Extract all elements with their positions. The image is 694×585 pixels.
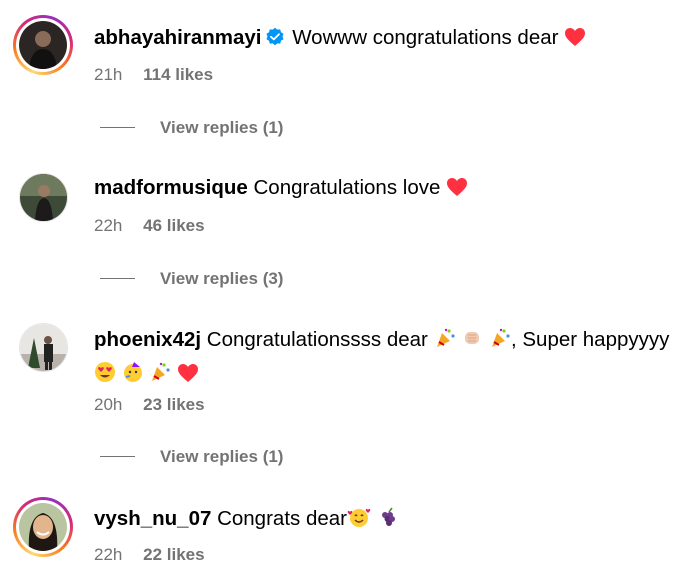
- fist-bump-emoji-icon: [461, 327, 483, 358]
- comment-text: Wowww congratulations dear: [292, 26, 559, 49]
- comment-timestamp[interactable]: 22h: [94, 216, 122, 235]
- heart-eyes-emoji-icon: [94, 361, 116, 392]
- view-replies-button[interactable]: View replies (1): [100, 118, 283, 138]
- verified-badge-icon: [265, 25, 285, 46]
- avatar-story-ring[interactable]: [13, 15, 73, 75]
- comment-text: Congratulationssss dear: [206, 328, 428, 351]
- heart-emoji-icon: [564, 25, 586, 56]
- comment-timestamp[interactable]: 21h: [94, 65, 122, 84]
- comment-likes[interactable]: 22 likes: [143, 545, 204, 564]
- comment-body: madformusique Congratulations love: [94, 172, 682, 206]
- party-popper-emoji-icon: [149, 361, 171, 392]
- comment-likes[interactable]: 46 likes: [143, 216, 204, 235]
- comment-meta: 22h 46 likes: [94, 216, 205, 236]
- comment-text: Congratulations love: [253, 176, 441, 199]
- comment-body: abhayahiranmayi Wowww congratulations de…: [94, 22, 682, 56]
- comment-username[interactable]: phoenix42j: [94, 328, 201, 351]
- comment-timestamp[interactable]: 20h: [94, 395, 122, 414]
- party-face-emoji-icon: [122, 361, 144, 392]
- comment-likes[interactable]: 114 likes: [143, 65, 213, 84]
- comment-text: Congrats dear: [217, 507, 347, 530]
- avatar[interactable]: [19, 323, 68, 372]
- party-popper-emoji-icon: [489, 327, 511, 358]
- heart-emoji-icon: [446, 175, 468, 206]
- comment-text-continued: , Super happyyyy: [510, 328, 670, 351]
- view-replies-button[interactable]: View replies (1): [100, 447, 283, 467]
- replies-divider: [100, 456, 135, 457]
- comment-body: phoenix42j Congratulationssss dear , Sup…: [94, 324, 682, 392]
- comment-meta: 21h 114 likes: [94, 65, 213, 85]
- comment-body: vysh_nu_07 Congrats dear: [94, 503, 682, 537]
- comment-meta: 22h 22 likes: [94, 545, 205, 565]
- view-replies-label: View replies (1): [160, 118, 284, 137]
- view-replies-label: View replies (1): [160, 447, 284, 466]
- heart-emoji-icon: [177, 361, 199, 392]
- comments-list: abhayahiranmayi Wowww congratulations de…: [0, 0, 694, 585]
- replies-divider: [100, 278, 135, 279]
- comment-timestamp[interactable]: 22h: [94, 545, 122, 564]
- replies-divider: [100, 127, 135, 128]
- avatar: [19, 503, 67, 551]
- comment-likes[interactable]: 23 likes: [143, 395, 204, 414]
- grapes-emoji-icon: [377, 506, 399, 537]
- avatar-story-ring[interactable]: [13, 497, 73, 557]
- comment-username[interactable]: madformusique: [94, 176, 248, 199]
- comment-username[interactable]: abhayahiranmayi: [94, 26, 262, 49]
- view-replies-label: View replies (3): [160, 269, 284, 288]
- comment-meta: 20h 23 likes: [94, 395, 205, 415]
- avatar[interactable]: [19, 173, 68, 222]
- smiling-face-with-hearts-emoji-icon: [347, 506, 371, 537]
- view-replies-button[interactable]: View replies (3): [100, 269, 283, 289]
- party-popper-emoji-icon: [434, 327, 456, 358]
- avatar: [19, 21, 67, 69]
- comment-username[interactable]: vysh_nu_07: [94, 507, 211, 530]
